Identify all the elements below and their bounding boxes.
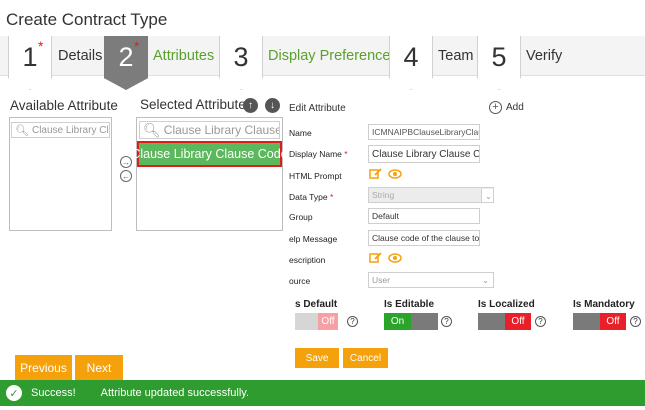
success-notification: ✓ Success! Attribute updated successfull…	[0, 380, 645, 406]
move-down-button[interactable]: ↓	[265, 98, 280, 113]
is-localized-toggle[interactable]: Off	[478, 313, 531, 330]
help-icon[interactable]: ?	[347, 316, 358, 327]
edit-attribute-title: Edit Attribute	[289, 103, 346, 114]
display-name-label: Display Name *	[289, 149, 348, 159]
description-label: escription	[289, 255, 326, 265]
group-label: Group	[289, 212, 313, 222]
next-button[interactable]: Next	[75, 355, 123, 380]
html-prompt-label: HTML Prompt	[289, 171, 342, 181]
page-title: Create Contract Type	[6, 10, 168, 29]
toggle-track	[573, 313, 600, 330]
step-3-number: 3	[233, 42, 249, 72]
help-message-input[interactable]: Clause code of the clause to wh	[368, 230, 480, 246]
selected-search-input[interactable]: 🔍︎ Clause Library Clause Code	[139, 121, 280, 139]
step-5-number: 5	[491, 42, 507, 72]
help-icon[interactable]: ?	[535, 316, 546, 327]
group-input[interactable]: Default	[368, 208, 480, 224]
toggle-state: Off	[505, 313, 531, 330]
step-5-label[interactable]: Verify	[526, 48, 562, 64]
toggle-state: On	[384, 313, 411, 330]
step-2-number: 2	[118, 42, 134, 72]
step-1-number: 1	[22, 42, 38, 72]
step-3-label[interactable]: Display Preference	[268, 48, 391, 64]
move-right-button[interactable]: →	[120, 156, 132, 168]
eye-icon[interactable]	[388, 252, 402, 263]
is-default-label: s Default	[295, 299, 338, 310]
is-editable-toggle[interactable]: On	[384, 313, 438, 330]
name-input[interactable]: ICMNAIPBClauseLibraryClauseC	[368, 124, 480, 140]
display-name-input[interactable]: Clause Library Clause Code	[368, 145, 480, 163]
step-2-label[interactable]: Attributes	[153, 48, 214, 64]
is-mandatory-toggle[interactable]: Off	[573, 313, 626, 330]
help-icon[interactable]: ?	[630, 316, 641, 327]
step-4-number: 4	[403, 42, 419, 72]
toggle-state: Off	[600, 313, 626, 330]
help-message-label: elp Message	[289, 234, 338, 244]
arrow-right-icon: →	[122, 157, 130, 167]
move-left-button[interactable]: ←	[120, 170, 132, 182]
source-label: ource	[289, 276, 311, 286]
chevron-down-icon: ⌄	[482, 275, 489, 285]
available-search-placeholder: Clause Library Clause Code	[31, 124, 109, 136]
add-attribute-button[interactable]: + Add	[489, 101, 524, 114]
data-type-value: String	[372, 190, 395, 200]
step-2-required-mark: *	[134, 38, 140, 54]
source-select[interactable]: User ⌄	[368, 272, 494, 288]
selected-search-placeholder: Clause Library Clause Code	[163, 123, 280, 137]
edit-icon[interactable]	[369, 167, 383, 180]
help-icon[interactable]: ?	[441, 316, 452, 327]
data-type-label: Data Type *	[289, 192, 334, 202]
search-icon: 🔍︎	[15, 124, 29, 137]
notification-status: Success!	[31, 387, 76, 399]
html-prompt-actions	[369, 167, 402, 180]
toggle-track	[295, 313, 318, 330]
eye-icon[interactable]	[388, 168, 402, 179]
step-1-required-mark: *	[38, 38, 44, 54]
cancel-button[interactable]: Cancel	[343, 348, 388, 368]
arrow-up-icon: ↑	[248, 100, 253, 111]
available-search-input[interactable]: 🔍︎ Clause Library Clause Code	[11, 122, 110, 138]
selected-attribute-item[interactable]: Clause Library Clause Code	[131, 141, 288, 167]
arrow-down-icon: ↓	[270, 100, 275, 111]
previous-button[interactable]: Previous	[15, 355, 72, 380]
step-1-label[interactable]: Details	[58, 48, 102, 64]
data-type-select[interactable]: String ⌄	[368, 187, 494, 203]
is-localized-label: Is Localized	[478, 299, 535, 310]
arrow-left-icon: ←	[122, 171, 130, 181]
name-label: Name	[289, 128, 312, 138]
move-up-button[interactable]: ↑	[243, 98, 258, 113]
plus-circle-icon: +	[489, 101, 502, 114]
description-actions	[369, 251, 402, 264]
is-mandatory-label: Is Mandatory	[573, 299, 635, 310]
notification-message: Attribute updated successfully.	[100, 387, 250, 399]
is-default-toggle[interactable]: Off	[295, 313, 338, 330]
toggle-track	[411, 313, 438, 330]
chevron-down-icon: ⌄	[481, 189, 493, 202]
toggle-state: Off	[318, 313, 338, 330]
search-icon: 🔍︎	[143, 121, 161, 138]
selected-attribute-title: Selected Attribute	[140, 97, 246, 112]
step-4-label[interactable]: Team	[438, 48, 473, 64]
edit-icon[interactable]	[369, 251, 383, 264]
check-circle-icon: ✓	[6, 385, 22, 401]
source-value: User	[372, 275, 390, 285]
save-button[interactable]: Save	[295, 348, 339, 368]
is-editable-label: Is Editable	[384, 299, 435, 310]
add-label: Add	[506, 102, 524, 113]
toggle-track	[478, 313, 505, 330]
available-attribute-title: Available Attribute	[10, 98, 118, 113]
